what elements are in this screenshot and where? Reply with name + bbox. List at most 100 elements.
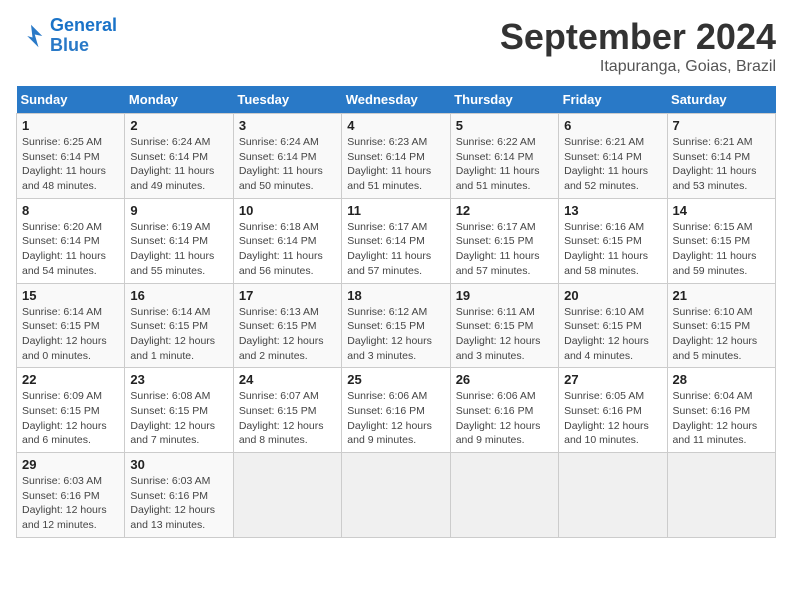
day-info: Sunrise: 6:07 AMSunset: 6:15 PMDaylight:… [239,389,336,448]
day-info: Sunrise: 6:09 AMSunset: 6:15 PMDaylight:… [22,389,119,448]
day-number: 17 [239,288,336,303]
calendar-cell: 8 Sunrise: 6:20 AMSunset: 6:14 PMDayligh… [17,198,125,283]
day-number: 16 [130,288,227,303]
day-info: Sunrise: 6:05 AMSunset: 6:16 PMDaylight:… [564,389,661,448]
day-number: 24 [239,372,336,387]
calendar-cell: 23 Sunrise: 6:08 AMSunset: 6:15 PMDaylig… [125,368,233,453]
day-number: 14 [673,203,770,218]
logo-icon [16,21,46,51]
calendar-row-3: 15 Sunrise: 6:14 AMSunset: 6:15 PMDaylig… [17,283,776,368]
calendar-cell: 20 Sunrise: 6:10 AMSunset: 6:15 PMDaylig… [559,283,667,368]
day-number: 6 [564,118,661,133]
day-number: 10 [239,203,336,218]
day-number: 15 [22,288,119,303]
day-info: Sunrise: 6:03 AMSunset: 6:16 PMDaylight:… [22,474,119,533]
logo-line2: Blue [50,35,89,55]
day-info: Sunrise: 6:14 AMSunset: 6:15 PMDaylight:… [22,305,119,364]
calendar-cell [233,453,341,538]
day-number: 30 [130,457,227,472]
day-number: 3 [239,118,336,133]
calendar-cell: 6 Sunrise: 6:21 AMSunset: 6:14 PMDayligh… [559,114,667,199]
title-section: September 2024 Itapuranga, Goias, Brazil [500,16,776,76]
calendar-cell: 4 Sunrise: 6:23 AMSunset: 6:14 PMDayligh… [342,114,450,199]
day-number: 5 [456,118,553,133]
calendar-cell: 30 Sunrise: 6:03 AMSunset: 6:16 PMDaylig… [125,453,233,538]
day-number: 26 [456,372,553,387]
calendar-cell: 19 Sunrise: 6:11 AMSunset: 6:15 PMDaylig… [450,283,558,368]
day-info: Sunrise: 6:10 AMSunset: 6:15 PMDaylight:… [673,305,770,364]
calendar-cell: 12 Sunrise: 6:17 AMSunset: 6:15 PMDaylig… [450,198,558,283]
location-title: Itapuranga, Goias, Brazil [500,58,776,76]
logo: General Blue [16,16,117,56]
col-saturday: Saturday [667,86,775,114]
day-number: 27 [564,372,661,387]
col-friday: Friday [559,86,667,114]
day-number: 2 [130,118,227,133]
day-number: 21 [673,288,770,303]
calendar-cell: 18 Sunrise: 6:12 AMSunset: 6:15 PMDaylig… [342,283,450,368]
calendar-cell: 17 Sunrise: 6:13 AMSunset: 6:15 PMDaylig… [233,283,341,368]
col-sunday: Sunday [17,86,125,114]
calendar-cell: 5 Sunrise: 6:22 AMSunset: 6:14 PMDayligh… [450,114,558,199]
calendar-cell: 11 Sunrise: 6:17 AMSunset: 6:14 PMDaylig… [342,198,450,283]
calendar-cell: 2 Sunrise: 6:24 AMSunset: 6:14 PMDayligh… [125,114,233,199]
day-number: 19 [456,288,553,303]
calendar-row-4: 22 Sunrise: 6:09 AMSunset: 6:15 PMDaylig… [17,368,776,453]
calendar-row-1: 1 Sunrise: 6:25 AMSunset: 6:14 PMDayligh… [17,114,776,199]
day-number: 4 [347,118,444,133]
day-number: 11 [347,203,444,218]
logo-text: General Blue [50,16,117,56]
day-number: 29 [22,457,119,472]
calendar-cell [450,453,558,538]
logo-line1: General [50,15,117,35]
day-info: Sunrise: 6:24 AMSunset: 6:14 PMDaylight:… [130,135,227,194]
day-info: Sunrise: 6:11 AMSunset: 6:15 PMDaylight:… [456,305,553,364]
calendar-cell [559,453,667,538]
day-number: 9 [130,203,227,218]
day-info: Sunrise: 6:06 AMSunset: 6:16 PMDaylight:… [347,389,444,448]
calendar-cell: 3 Sunrise: 6:24 AMSunset: 6:14 PMDayligh… [233,114,341,199]
calendar-cell: 22 Sunrise: 6:09 AMSunset: 6:15 PMDaylig… [17,368,125,453]
day-info: Sunrise: 6:25 AMSunset: 6:14 PMDaylight:… [22,135,119,194]
day-number: 12 [456,203,553,218]
calendar-cell: 1 Sunrise: 6:25 AMSunset: 6:14 PMDayligh… [17,114,125,199]
day-info: Sunrise: 6:17 AMSunset: 6:15 PMDaylight:… [456,220,553,279]
col-wednesday: Wednesday [342,86,450,114]
day-info: Sunrise: 6:24 AMSunset: 6:14 PMDaylight:… [239,135,336,194]
day-number: 1 [22,118,119,133]
day-info: Sunrise: 6:03 AMSunset: 6:16 PMDaylight:… [130,474,227,533]
day-number: 22 [22,372,119,387]
day-info: Sunrise: 6:18 AMSunset: 6:14 PMDaylight:… [239,220,336,279]
day-info: Sunrise: 6:14 AMSunset: 6:15 PMDaylight:… [130,305,227,364]
col-monday: Monday [125,86,233,114]
calendar-table: Sunday Monday Tuesday Wednesday Thursday… [16,86,776,538]
day-number: 20 [564,288,661,303]
calendar-cell: 27 Sunrise: 6:05 AMSunset: 6:16 PMDaylig… [559,368,667,453]
day-info: Sunrise: 6:04 AMSunset: 6:16 PMDaylight:… [673,389,770,448]
calendar-cell: 21 Sunrise: 6:10 AMSunset: 6:15 PMDaylig… [667,283,775,368]
day-info: Sunrise: 6:19 AMSunset: 6:14 PMDaylight:… [130,220,227,279]
calendar-cell: 25 Sunrise: 6:06 AMSunset: 6:16 PMDaylig… [342,368,450,453]
day-number: 18 [347,288,444,303]
header: General Blue September 2024 Itapuranga, … [16,16,776,76]
calendar-cell: 14 Sunrise: 6:15 AMSunset: 6:15 PMDaylig… [667,198,775,283]
day-info: Sunrise: 6:15 AMSunset: 6:15 PMDaylight:… [673,220,770,279]
calendar-cell: 16 Sunrise: 6:14 AMSunset: 6:15 PMDaylig… [125,283,233,368]
day-info: Sunrise: 6:21 AMSunset: 6:14 PMDaylight:… [673,135,770,194]
col-tuesday: Tuesday [233,86,341,114]
day-info: Sunrise: 6:06 AMSunset: 6:16 PMDaylight:… [456,389,553,448]
calendar-cell: 13 Sunrise: 6:16 AMSunset: 6:15 PMDaylig… [559,198,667,283]
day-number: 8 [22,203,119,218]
day-number: 7 [673,118,770,133]
calendar-cell: 9 Sunrise: 6:19 AMSunset: 6:14 PMDayligh… [125,198,233,283]
calendar-cell: 26 Sunrise: 6:06 AMSunset: 6:16 PMDaylig… [450,368,558,453]
calendar-cell [667,453,775,538]
day-info: Sunrise: 6:12 AMSunset: 6:15 PMDaylight:… [347,305,444,364]
day-number: 25 [347,372,444,387]
calendar-cell: 10 Sunrise: 6:18 AMSunset: 6:14 PMDaylig… [233,198,341,283]
header-row: Sunday Monday Tuesday Wednesday Thursday… [17,86,776,114]
day-number: 23 [130,372,227,387]
calendar-cell: 29 Sunrise: 6:03 AMSunset: 6:16 PMDaylig… [17,453,125,538]
day-info: Sunrise: 6:23 AMSunset: 6:14 PMDaylight:… [347,135,444,194]
calendar-cell: 24 Sunrise: 6:07 AMSunset: 6:15 PMDaylig… [233,368,341,453]
